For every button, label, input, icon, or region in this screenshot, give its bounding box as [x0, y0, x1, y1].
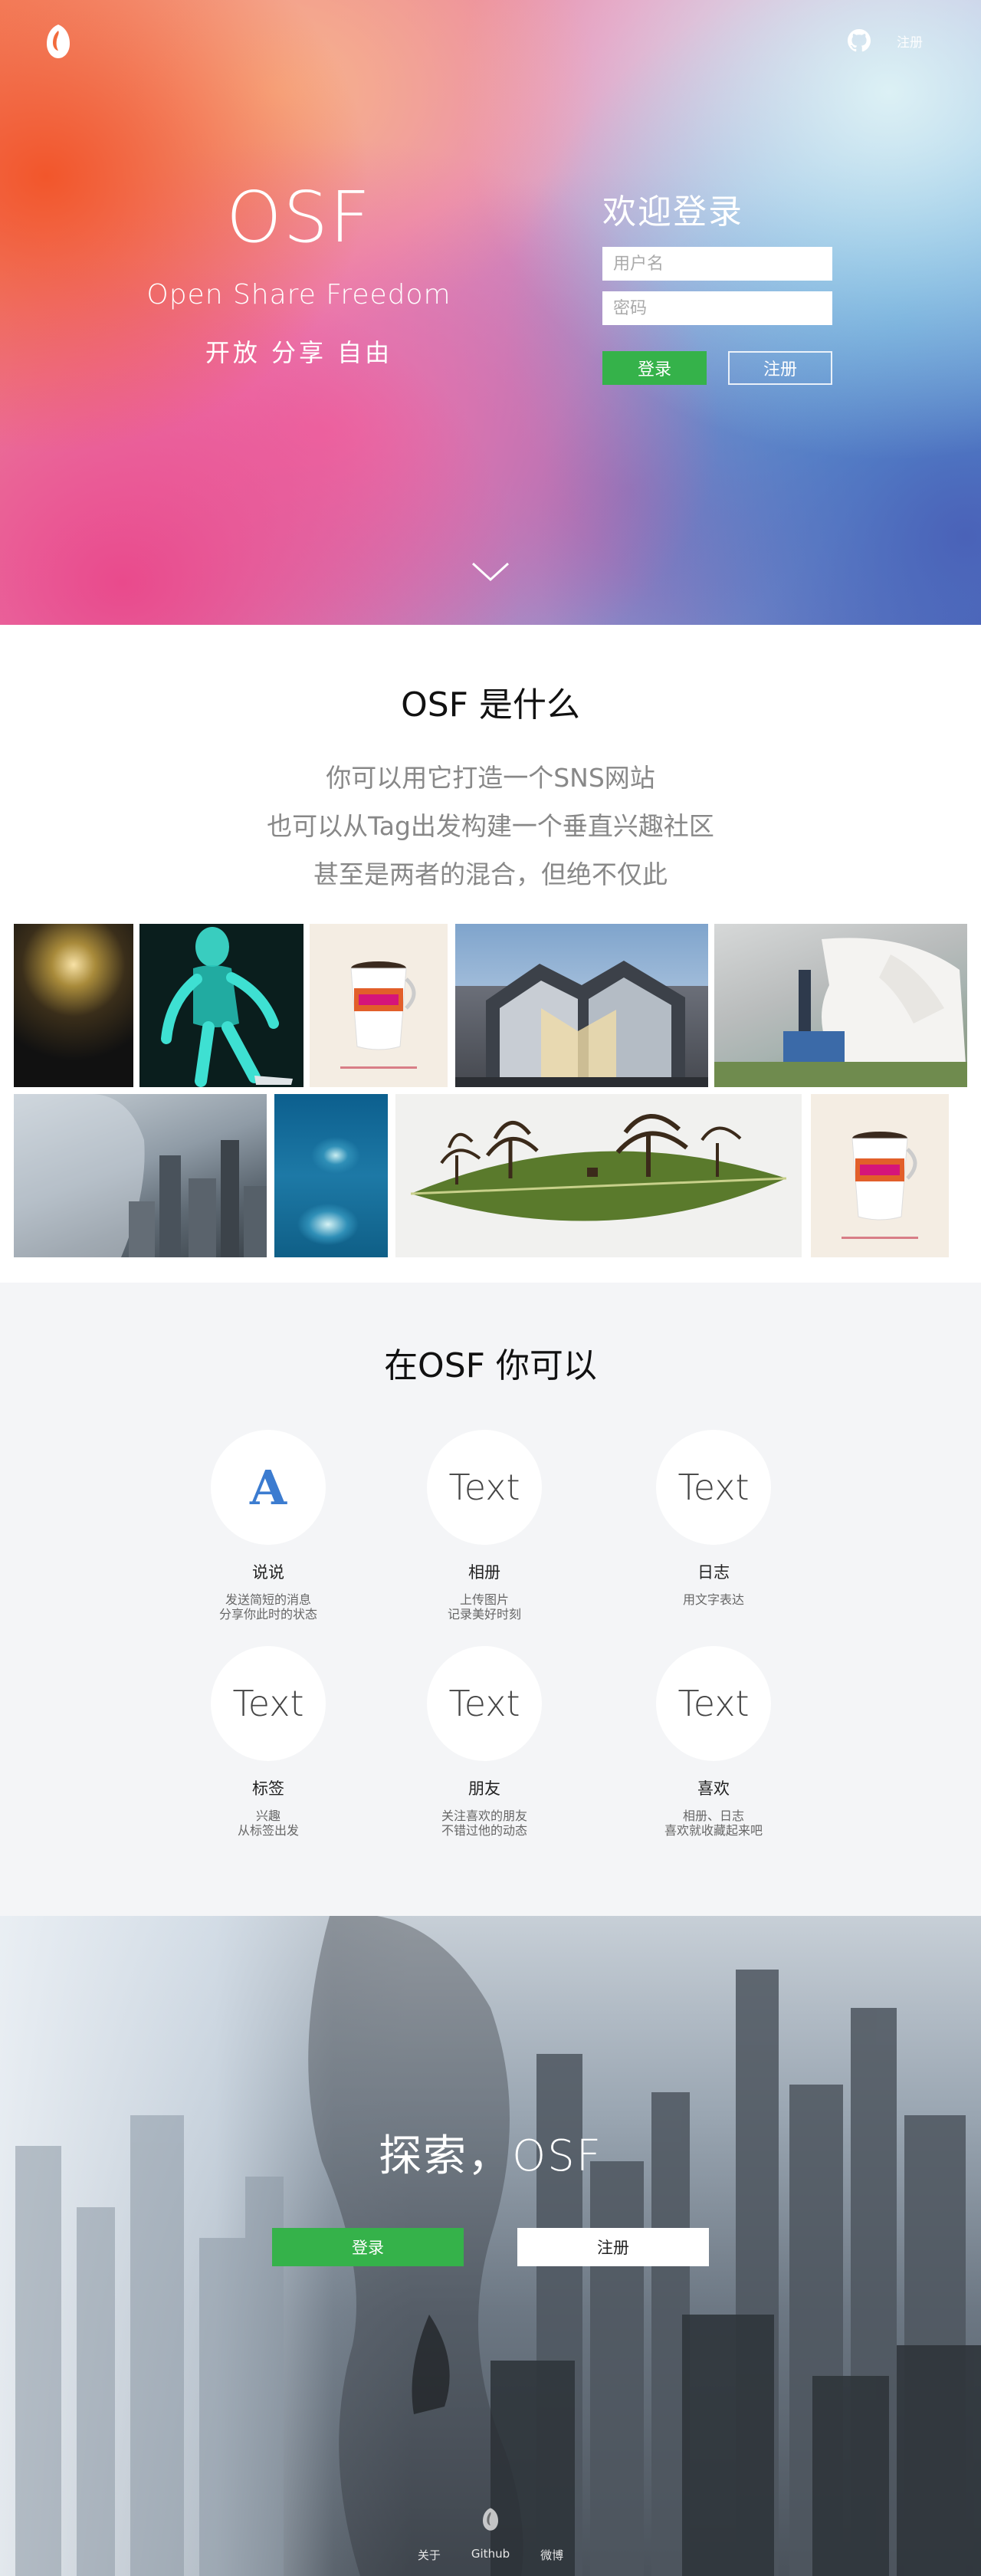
explore-buttons: 登录 注册 [0, 2228, 981, 2266]
gallery-photo-light-tunnel[interactable] [14, 924, 133, 1087]
feature-name: 朋友 [468, 1779, 500, 1798]
feature-album[interactable]: Text 相册 上传图片 记录美好时刻 [400, 1430, 569, 1622]
hero-section: 注册 OSF Open Share Freedom 开放 分享 自由 欢迎登录 … [0, 0, 981, 625]
photo-gallery [14, 924, 967, 1261]
feature-name: 喜欢 [697, 1779, 730, 1798]
feature-desc: 用文字表达 [629, 1592, 798, 1607]
feature-circle: Text [656, 1646, 771, 1761]
gallery-photo-street-art[interactable] [714, 924, 967, 1087]
gallery-photo-city-silhouette[interactable] [14, 1094, 267, 1257]
footer-link-about[interactable]: 关于 [418, 2547, 441, 2563]
footer-link-github[interactable]: Github [471, 2547, 510, 2563]
explore-content: 探索，OSF 登录 注册 [0, 2121, 981, 2266]
feature-desc-line: 分享你此时的状态 [218, 1607, 317, 1622]
feature-name: 说说 [252, 1563, 284, 1582]
about-title: OSF 是什么 [401, 685, 580, 724]
top-register-link[interactable]: 注册 [897, 31, 923, 51]
gallery-photo-leaf-art[interactable] [395, 1094, 802, 1257]
top-nav: 注册 [848, 29, 923, 52]
street-art-illustration [714, 938, 967, 1087]
feature-desc: 兴趣 从标签出发 [184, 1809, 353, 1838]
brand-subtitle: Open Share Freedom [146, 279, 451, 310]
login-title: 欢迎登录 [602, 192, 743, 232]
brand-tagline: 开放 分享 自由 [205, 338, 393, 367]
login-form: 欢迎登录 登录 注册 [602, 184, 832, 385]
text-placeholder-icon: Text [448, 1467, 520, 1508]
feature-name: 日志 [697, 1563, 730, 1582]
explore-title: 探索，OSF [379, 2131, 602, 2181]
features-section: 在OSF 你可以 A 说说 发送简短的消息 分享你此时的状态 Text 相册 上… [0, 1283, 981, 1916]
feature-desc-line: 用文字表达 [682, 1592, 744, 1607]
feature-circle: A [211, 1430, 326, 1545]
login-buttons: 登录 注册 [602, 351, 832, 385]
about-line: 也可以从Tag出发构建一个垂直兴趣社区 [267, 811, 714, 841]
text-placeholder-icon: Text [232, 1683, 304, 1724]
gallery-photo-islands[interactable] [274, 1094, 388, 1257]
text-placeholder-icon: Text [678, 1683, 750, 1724]
feature-circle: Text [211, 1646, 326, 1761]
gallery-photo-xray-runner[interactable] [139, 924, 303, 1087]
feature-likes[interactable]: Text 喜欢 相册、日志 喜欢就收藏起来吧 [629, 1646, 798, 1838]
about-section: OSF 是什么 你可以用它打造一个SNS网站 也可以从Tag出发构建一个垂直兴趣… [0, 625, 981, 1283]
coffee-cup-illustration [842, 1132, 918, 1239]
feature-desc-line: 不错过他的动态 [441, 1823, 527, 1838]
brand-title: OSF [226, 176, 372, 258]
feature-circle: Text [427, 1430, 542, 1545]
about-line: 你可以用它打造一个SNS网站 [326, 763, 655, 793]
login-button[interactable]: 登录 [602, 351, 707, 385]
explore-register-button[interactable]: 注册 [517, 2228, 709, 2266]
explore-login-button[interactable]: 登录 [272, 2228, 464, 2266]
osf-logo-icon[interactable] [481, 2507, 500, 2532]
register-button[interactable]: 注册 [728, 351, 832, 385]
features-title: 在OSF 你可以 [384, 1346, 597, 1385]
about-description: 你可以用它打造一个SNS网站 也可以从Tag出发构建一个垂直兴趣社区 甚至是两者… [0, 754, 981, 899]
chevron-down-icon[interactable] [471, 560, 510, 584]
feature-shuoshuo[interactable]: A 说说 发送简短的消息 分享你此时的状态 [184, 1430, 353, 1622]
feature-desc: 关注喜欢的朋友 不错过他的动态 [400, 1809, 569, 1838]
gallery-photo-coffee-cup-2[interactable] [811, 1094, 949, 1257]
brand-block: OSF Open Share Freedom 开放 分享 自由 [146, 182, 452, 369]
feature-desc: 上传图片 记录美好时刻 [400, 1592, 569, 1622]
feature-desc-line: 从标签出发 [237, 1823, 299, 1838]
feature-friends[interactable]: Text 朋友 关注喜欢的朋友 不错过他的动态 [400, 1646, 569, 1838]
text-placeholder-icon: Text [448, 1683, 520, 1724]
text-placeholder-icon: Text [678, 1467, 750, 1508]
feature-desc-line: 相册、日志 [682, 1809, 744, 1823]
footer-links: 关于 Github 微博 [0, 2547, 981, 2563]
architecture-illustration [455, 961, 708, 1087]
feature-circle: Text [427, 1646, 542, 1761]
footer-link-weibo[interactable]: 微博 [540, 2547, 563, 2563]
github-icon[interactable] [848, 29, 871, 52]
feature-desc: 相册、日志 喜欢就收藏起来吧 [629, 1809, 798, 1838]
username-input[interactable] [602, 247, 832, 281]
explore-section: 探索，OSF 登录 注册 关于 Github 微博 [0, 1916, 981, 2576]
feature-desc-line: 兴趣 [255, 1809, 281, 1823]
feature-name: 相册 [468, 1563, 500, 1582]
feature-desc-line: 喜欢就收藏起来吧 [664, 1823, 763, 1838]
city-silhouette-illustration [14, 1094, 267, 1257]
about-line: 甚至是两者的混合，但绝不仅此 [313, 859, 668, 889]
gallery-photo-coffee-cup[interactable] [310, 924, 448, 1087]
feature-desc-line: 上传图片 [459, 1592, 509, 1607]
feature-desc: 发送简短的消息 分享你此时的状态 [184, 1592, 353, 1622]
feature-tags[interactable]: Text 标签 兴趣 从标签出发 [184, 1646, 353, 1838]
feature-name: 标签 [252, 1779, 284, 1798]
feature-desc-line: 记录美好时刻 [447, 1607, 521, 1622]
feature-circle: Text [656, 1430, 771, 1545]
feature-desc-line: 关注喜欢的朋友 [441, 1809, 527, 1823]
xray-skeleton-illustration [161, 927, 293, 1087]
osf-logo-icon[interactable] [44, 23, 72, 60]
page-footer: 关于 Github 微博 [0, 2492, 981, 2576]
leaf-art-illustration [410, 1114, 787, 1221]
feature-desc-line: 发送简短的消息 [225, 1592, 311, 1607]
password-input[interactable] [602, 291, 832, 325]
coffee-cup-illustration [340, 961, 417, 1069]
gallery-photo-architecture[interactable] [455, 924, 708, 1087]
letter-a-icon: A [249, 1459, 287, 1516]
feature-blog[interactable]: Text 日志 用文字表达 [629, 1430, 798, 1607]
